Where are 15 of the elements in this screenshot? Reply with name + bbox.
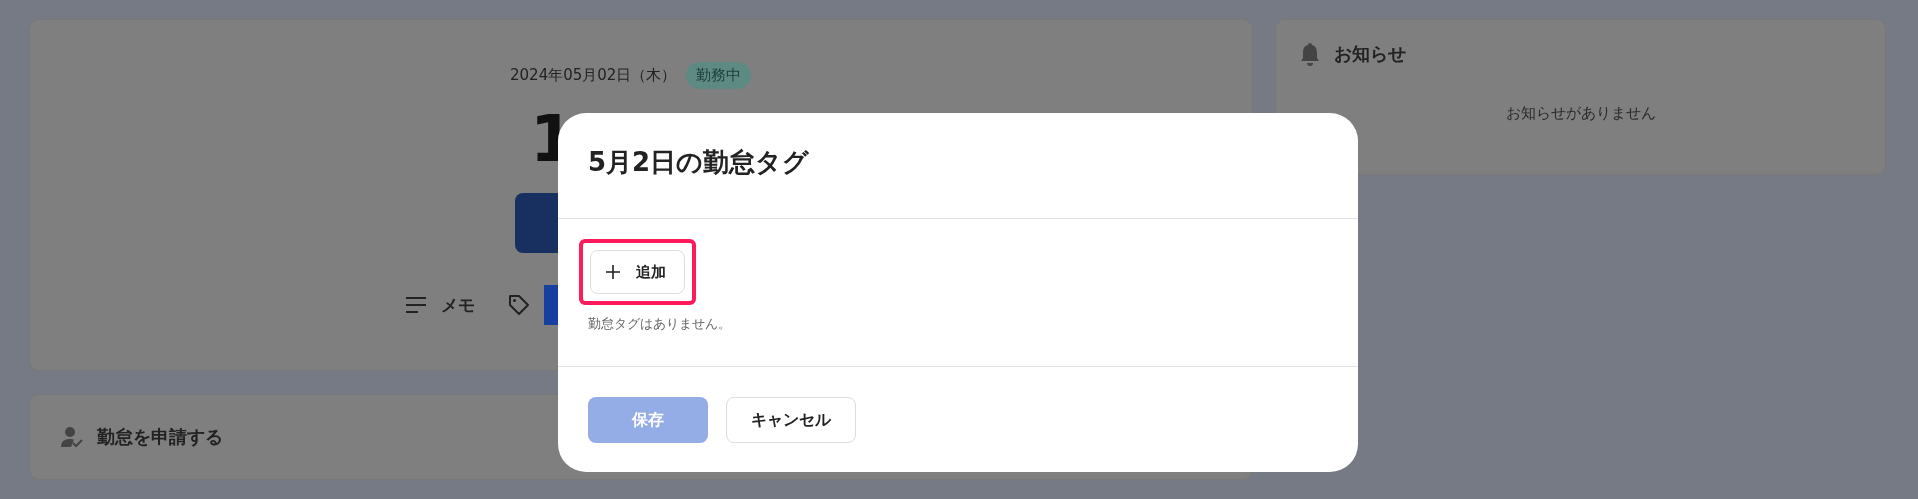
date-text: 2024年05月02日（木） — [510, 66, 677, 85]
status-badge: 勤務中 — [686, 62, 752, 89]
memo-link[interactable]: メモ — [441, 293, 475, 317]
plus-icon — [606, 265, 620, 279]
request-title[interactable]: 勤怠を申請する — [97, 425, 223, 450]
bell-icon — [1300, 42, 1321, 66]
tag-icon — [507, 293, 531, 317]
add-button[interactable]: 追加 — [590, 250, 685, 294]
memo-icon — [405, 296, 427, 314]
notice-title: お知らせ — [1334, 42, 1407, 66]
empty-message: お知らせがありません — [1504, 104, 1657, 123]
person-check-icon — [61, 426, 83, 449]
cancel-button[interactable]: キャンセル — [726, 397, 856, 443]
text-selection-highlight — [544, 285, 558, 325]
empty-message: 勤怠タグはありません。 — [588, 315, 732, 333]
